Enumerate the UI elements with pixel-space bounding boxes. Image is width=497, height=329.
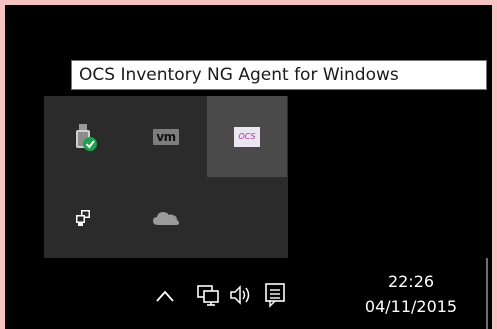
volume-icon[interactable] (229, 284, 255, 309)
vmware-icon[interactable]: vm (126, 96, 206, 177)
clock-date: 04/11/2015 (364, 297, 458, 316)
show-desktop-divider[interactable] (486, 258, 488, 329)
usb-device-icon[interactable] (44, 96, 124, 177)
ocs-inventory-icon[interactable]: OCS (207, 96, 287, 177)
usb-device-icon-svg (76, 123, 97, 151)
action-center-icon[interactable] (264, 282, 286, 311)
onedrive-cloud-icon-svg (153, 211, 179, 225)
network-devices-icon-svg (76, 209, 90, 226)
tray-tooltip: OCS Inventory NG Agent for Windows (71, 60, 487, 90)
network-devices-icon[interactable] (44, 177, 124, 258)
ocs-inventory-icon-label: OCS (234, 126, 260, 147)
clock-time: 22:26 (387, 272, 435, 291)
onedrive-cloud-icon[interactable] (126, 177, 206, 258)
tray-overflow-panel: vm OCS (44, 96, 288, 258)
vmware-icon-label: vm (153, 128, 179, 145)
show-hidden-icons-chevron-icon[interactable] (155, 286, 175, 306)
clock[interactable]: 22:26 04/11/2015 (352, 272, 470, 322)
network-icon[interactable] (196, 284, 220, 309)
